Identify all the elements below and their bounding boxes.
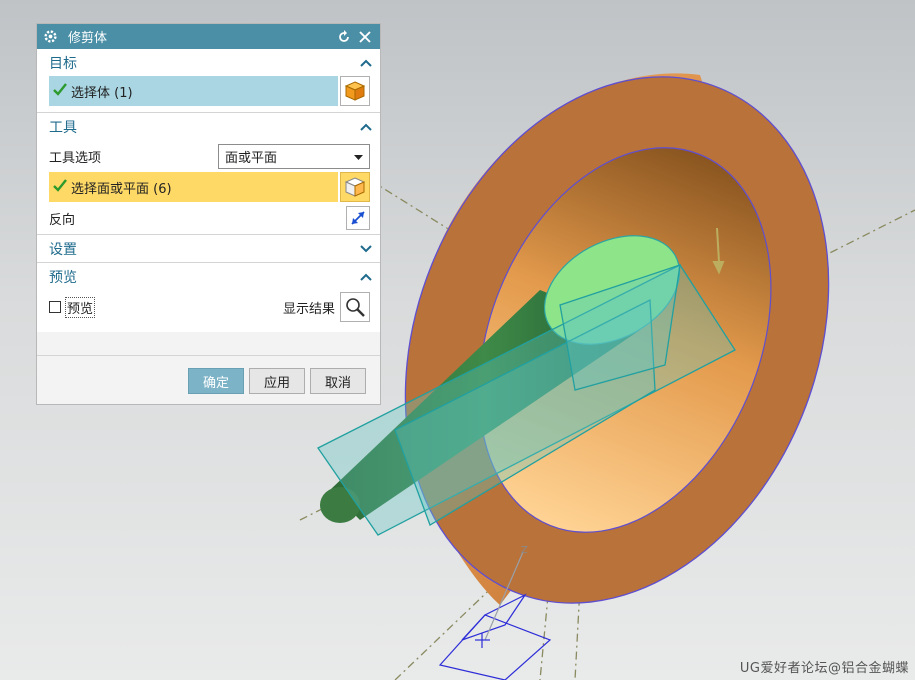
preview-row: 预览 显示结果 — [49, 290, 370, 324]
face-select-icon[interactable] — [340, 172, 370, 202]
section-target-body: 选择体 (1) — [37, 76, 380, 112]
dialog-titlebar[interactable]: 修剪体 — [37, 24, 380, 49]
ok-button[interactable]: 确定 — [188, 368, 244, 394]
dropdown-arrow-icon — [354, 149, 363, 164]
section-preview-title: 预览 — [49, 269, 77, 286]
section-settings-header[interactable]: 设置 — [37, 234, 380, 262]
z-axis-label: Z — [521, 545, 528, 556]
reset-icon[interactable] — [335, 28, 353, 46]
select-face-row[interactable]: 选择面或平面 (6) — [49, 172, 370, 202]
dialog-title: 修剪体 — [68, 31, 108, 46]
section-target-title: 目标 — [49, 55, 77, 72]
preview-checkbox-group[interactable]: 预览 — [49, 296, 96, 318]
tool-option-label: 工具选项 — [49, 150, 102, 166]
chevron-up-icon[interactable] — [360, 119, 372, 135]
solid-body-icon[interactable] — [340, 76, 370, 106]
show-result-label: 显示结果 — [282, 301, 335, 317]
section-tool-title: 工具 — [49, 119, 77, 136]
tool-option-dropdown[interactable]: 面或平面 — [218, 143, 370, 169]
reverse-label: 反向 — [49, 212, 76, 228]
checkmark-icon — [53, 178, 67, 196]
close-icon[interactable] — [356, 28, 374, 46]
select-face-label: 选择面或平面 (6) — [71, 181, 172, 197]
trim-body-dialog: 修剪体 目标 选择体 (1) 工具 工具选项 面或平面 选择面或平面 (6) 反… — [36, 23, 381, 405]
preview-checkbox[interactable] — [49, 301, 61, 313]
cancel-button[interactable]: 取消 — [310, 368, 366, 394]
reverse-direction-icon[interactable] — [346, 206, 370, 230]
gear-icon[interactable] — [43, 29, 58, 44]
dialog-footer: 确定 应用 取消 — [37, 355, 380, 404]
magnifier-icon[interactable] — [340, 292, 370, 322]
select-body-label: 选择体 (1) — [71, 85, 133, 101]
apply-button[interactable]: 应用 — [249, 368, 305, 394]
watermark-text: UG爱好者论坛@铝合金蝴蝶 — [739, 661, 909, 676]
section-settings-title: 设置 — [49, 241, 77, 258]
section-preview-header[interactable]: 预览 — [37, 262, 380, 290]
show-result-group: 显示结果 — [283, 292, 370, 322]
tool-option-row: 工具选项 面或平面 — [49, 140, 370, 172]
reverse-row: 反向 — [49, 202, 370, 234]
checkmark-icon — [53, 82, 67, 100]
section-target-header[interactable]: 目标 — [37, 49, 380, 76]
section-tool-body: 工具选项 面或平面 选择面或平面 (6) 反向 — [37, 140, 380, 234]
chevron-up-icon[interactable] — [360, 55, 372, 71]
chevron-up-icon[interactable] — [360, 269, 372, 285]
section-tool-header[interactable]: 工具 — [37, 112, 380, 140]
chevron-down-icon[interactable] — [360, 241, 372, 257]
select-body-field[interactable]: 选择体 (1) — [49, 76, 338, 106]
select-body-row[interactable]: 选择体 (1) — [49, 76, 370, 106]
preview-checkbox-label: 预览 — [65, 296, 96, 318]
section-preview-body: 预览 显示结果 — [37, 290, 380, 332]
tool-option-value: 面或平面 — [225, 150, 278, 166]
select-face-field[interactable]: 选择面或平面 (6) — [49, 172, 338, 202]
